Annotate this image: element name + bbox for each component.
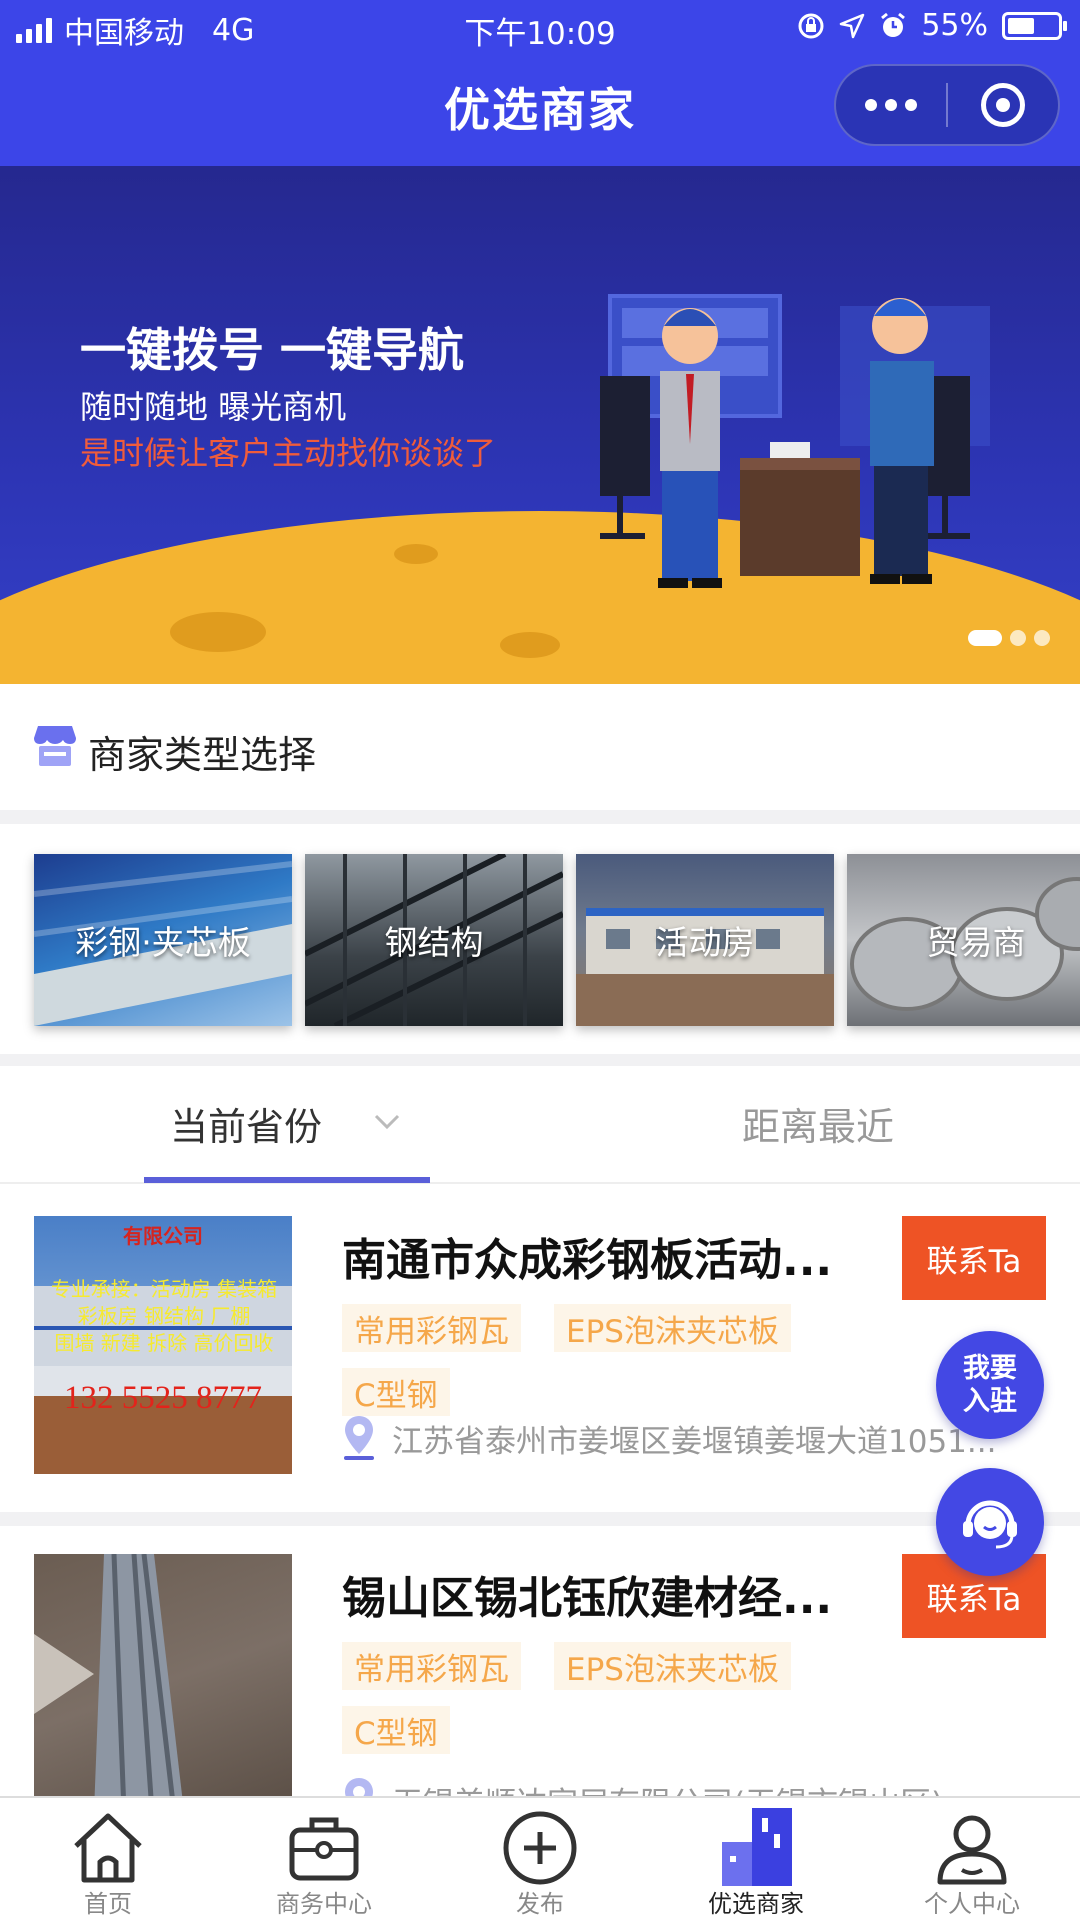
address-text: 江苏省泰州市姜堰区姜堰镇姜堰大道1051... [392, 1423, 997, 1460]
category-card-trader[interactable]: 贸易商 [847, 854, 1080, 1026]
thumb-line: 围墙 新建 拆除 高价回收 [54, 1331, 274, 1355]
buildings-icon [722, 1808, 792, 1886]
merchant-thumbnail[interactable] [34, 1554, 292, 1796]
tabbar-label: 商务中心 [276, 1890, 372, 1918]
tabbar-item-profile[interactable]: 个人中心 [864, 1798, 1080, 1920]
category-card-steel-structure[interactable]: 钢结构 [305, 854, 563, 1026]
banner-headline: 一键拨号 一键导航 [80, 323, 465, 377]
miniprogram-capsule [834, 64, 1060, 146]
category-label: 彩钢·夹芯板 [75, 923, 251, 962]
merchant-name[interactable]: 锡山区锡北钰欣建材经... [342, 1562, 862, 1626]
banner-crater [170, 612, 266, 652]
headset-icon [963, 1500, 1017, 1549]
close-miniprogram-button[interactable] [948, 66, 1058, 144]
contact-button[interactable]: 联系Ta [902, 1216, 1046, 1300]
category-label: 钢结构 [384, 923, 484, 962]
merchant-address[interactable]: 无锡美顺达家居有限公司(无锡市锡山区) [342, 1776, 1042, 1796]
tabbar-item-featured-merchants[interactable]: 优选商家 [648, 1798, 864, 1920]
store-icon [34, 726, 76, 766]
banner-crater [500, 632, 560, 658]
merchant-card[interactable]: 有限公司 专业承接：活动房 集装箱 彩板房 钢结构 厂棚 围墙 新建 拆除 高价… [0, 1186, 1080, 1512]
product-tag: EPS泡沫夹芯板 [554, 1304, 791, 1352]
customer-service-button[interactable] [936, 1468, 1044, 1576]
divider [0, 1512, 1080, 1526]
product-tag: 常用彩钢瓦 [342, 1304, 521, 1352]
merchant-card[interactable]: 锡山区锡北钰欣建材经... 联系Ta 常用彩钢瓦 EPS泡沫夹芯板 C型钢 无锡… [0, 1526, 1080, 1796]
merchant-name[interactable]: 南通市众成彩钢板活动... [342, 1224, 862, 1288]
banner-crater [394, 544, 438, 564]
product-tag: C型钢 [342, 1368, 450, 1416]
battery-label: 55% [921, 8, 988, 43]
merchant-photo [34, 1554, 183, 1796]
more-button[interactable] [836, 66, 946, 144]
category-card-mobile-house[interactable]: 活动房 [576, 854, 834, 1026]
active-tab-indicator [144, 1177, 430, 1183]
carousel-indicator [968, 630, 1050, 646]
tabbar-label: 发布 [516, 1890, 564, 1918]
header: 中国移动 4G 下午10:09 55% 优选商家 [0, 0, 1080, 166]
location-pin-icon [345, 1778, 373, 1796]
briefcase-icon [289, 1817, 359, 1881]
thumb-line: 专业承接：活动房 集装箱 [50, 1277, 278, 1301]
tabbar-item-publish[interactable]: 发布 [432, 1798, 648, 1920]
category-label: 活动房 [655, 923, 755, 962]
tabbar-label: 个人中心 [924, 1890, 1020, 1918]
battery-fill [1008, 17, 1034, 34]
carousel-dot[interactable] [968, 630, 1002, 646]
battery-icon [1002, 11, 1067, 40]
app-page: 中国移动 4G 下午10:09 55% 优选商家 一键拨号 一键导航 随时随地 … [0, 0, 1080, 1920]
promo-banner[interactable]: 一键拨号 一键导航 随时随地 曝光商机 是时候让客户主动找你谈谈了 [0, 166, 1080, 684]
rotation-lock-icon [798, 13, 824, 38]
thumb-services: 专业承接：活动房 集装箱 彩板房 钢结构 厂棚 围墙 新建 拆除 高价回收 [36, 1276, 292, 1357]
tabbar-item-home[interactable]: 首页 [0, 1798, 216, 1920]
location-arrow-icon [840, 13, 865, 38]
tab-current-province[interactable]: 当前省份 [170, 1096, 322, 1151]
thumb-company: 有限公司 [123, 1224, 203, 1248]
merchant-thumbnail[interactable]: 有限公司 专业承接：活动房 集装箱 彩板房 钢结构 厂棚 围墙 新建 拆除 高价… [34, 1216, 292, 1474]
target-icon [980, 83, 1025, 127]
banner-subline: 随时随地 曝光商机 [80, 388, 347, 426]
tabbar-label: 首页 [84, 1890, 132, 1918]
location-pin-icon [344, 1416, 374, 1460]
status-bar: 中国移动 4G 下午10:09 55% [0, 0, 1080, 56]
tab-nearest[interactable]: 距离最近 [742, 1096, 894, 1151]
chevron-down-icon[interactable] [372, 1106, 402, 1136]
carousel-dot[interactable] [1034, 630, 1050, 646]
alarm-icon [881, 12, 906, 37]
product-tag: C型钢 [342, 1706, 450, 1754]
category-label: 贸易商 [926, 923, 1026, 962]
join-label: 我要入驻 [963, 1353, 1017, 1417]
banner-slogan: 是时候让客户主动找你谈谈了 [80, 434, 497, 472]
thumb-line: 彩板房 钢结构 厂棚 [77, 1304, 251, 1328]
section-title: 商家类型选择 [88, 733, 317, 777]
divider [0, 1054, 1080, 1066]
category-card-color-steel[interactable]: 彩钢·夹芯板 [34, 854, 292, 1026]
carousel-dot[interactable] [1010, 630, 1026, 646]
home-icon [74, 1813, 142, 1883]
tabbar-item-business-center[interactable]: 商务中心 [216, 1798, 432, 1920]
bottom-tab-bar: 首页 商务中心 发布 优选商家 个人中心 [0, 1796, 1080, 1920]
plus-circle-icon [503, 1811, 577, 1885]
divider [0, 810, 1080, 824]
thumb-phone: 132 5525 8777 [64, 1380, 262, 1416]
join-button[interactable]: 我要入驻 [936, 1331, 1044, 1439]
sort-tabs: 当前省份 距离最近 [0, 1066, 1080, 1184]
status-right: 55% [797, 8, 1067, 43]
merchant-address[interactable]: 江苏省泰州市姜堰区姜堰镇姜堰大道1051... [342, 1414, 1042, 1462]
category-carousel: 彩钢·夹芯板 钢结构 活动房 贸易商 [0, 824, 1080, 1054]
address-text: 无锡美顺达家居有限公司(无锡市锡山区) [392, 1778, 943, 1797]
user-icon [937, 1815, 1007, 1885]
product-tag: EPS泡沫夹芯板 [554, 1642, 791, 1690]
business-meeting-illustration [600, 294, 990, 588]
merchant-type-section-header: 商家类型选择 [0, 684, 1080, 810]
product-tag: 常用彩钢瓦 [342, 1642, 521, 1690]
tabbar-label: 优选商家 [708, 1890, 804, 1918]
